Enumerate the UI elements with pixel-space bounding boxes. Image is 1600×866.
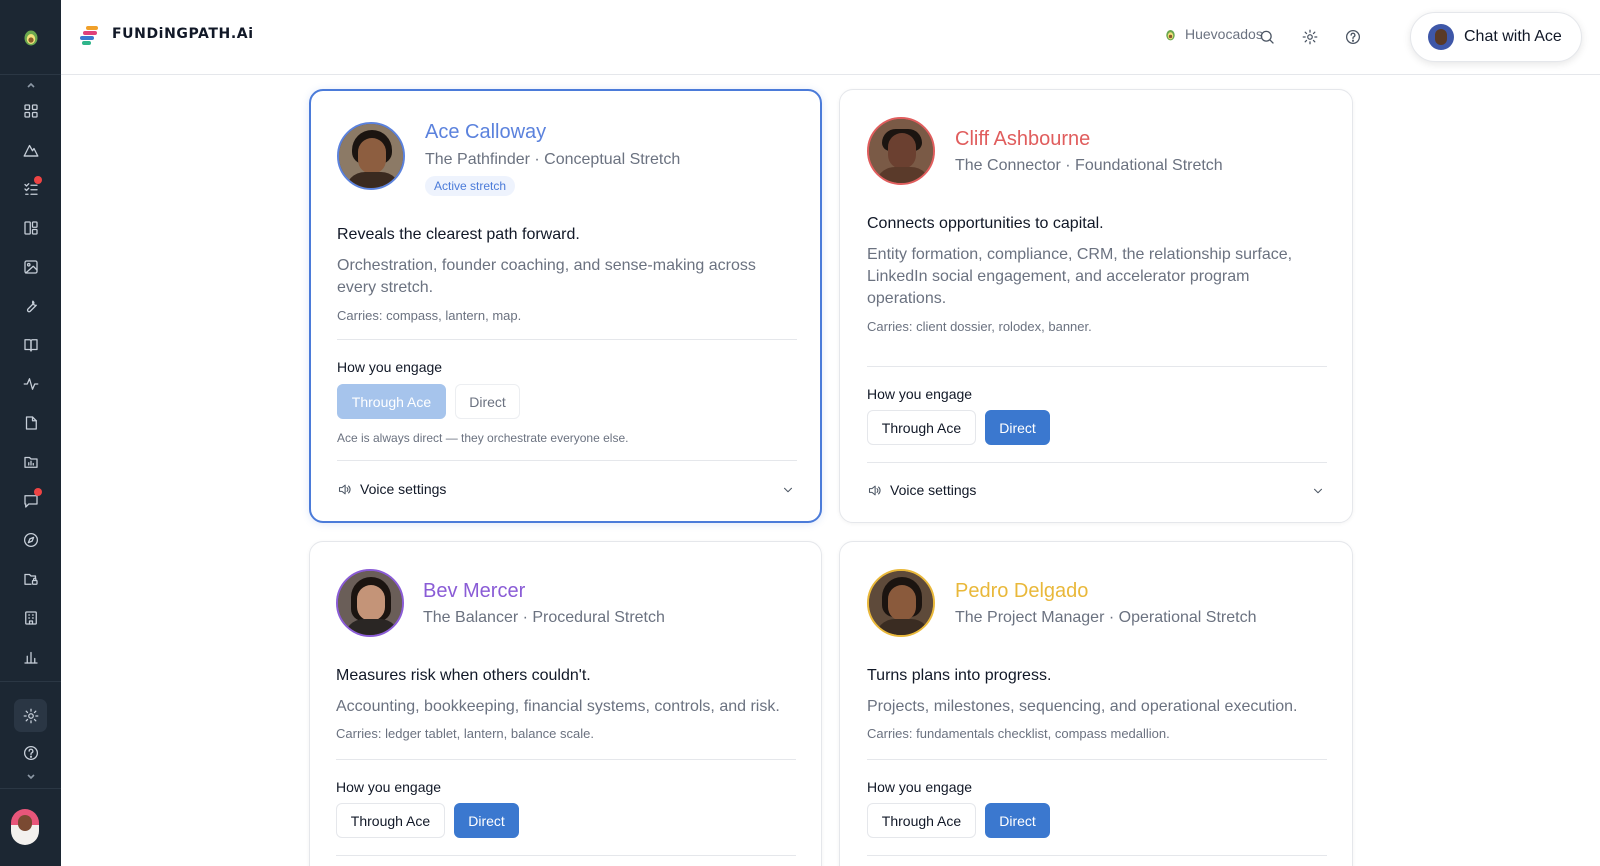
document-icon[interactable]	[14, 406, 47, 439]
agent-role: The Balancer · Procedural Stretch	[423, 609, 665, 626]
current-workspace[interactable]: Huevocados	[1164, 26, 1263, 42]
agent-tagline: Turns plans into progress.	[867, 667, 1052, 684]
agent-description: Projects, milestones, sequencing, and op…	[867, 698, 1298, 715]
through-ace-button[interactable]: Through Ace	[867, 410, 976, 445]
chevron-down-icon[interactable]	[1311, 484, 1325, 498]
activity-icon[interactable]	[14, 367, 47, 400]
wrench-icon[interactable]	[14, 289, 47, 322]
chat-button-label: Chat with Ace	[1464, 28, 1562, 45]
ace-mini-avatar	[1428, 24, 1454, 50]
notification-dot	[34, 176, 42, 184]
brand-logo-icon	[80, 24, 100, 45]
through-ace-button[interactable]: Through Ace	[867, 803, 976, 838]
agent-tagline: Reveals the clearest path forward.	[337, 226, 580, 243]
avocado-icon	[1166, 29, 1175, 40]
agent-role: The Project Manager · Operational Stretc…	[955, 609, 1257, 626]
active-stretch-badge: Active stretch	[425, 176, 516, 196]
agent-description: Orchestration, founder coaching, and sen…	[337, 257, 756, 296]
agent-tagline: Measures risk when others couldn't.	[336, 667, 591, 684]
agent-description: Entity formation, compliance, CRM, the r…	[867, 246, 1293, 307]
tasks-icon[interactable]	[14, 172, 47, 205]
building-icon[interactable]	[14, 601, 47, 634]
image-icon[interactable]	[14, 250, 47, 283]
folder-lock-icon[interactable]	[14, 562, 47, 595]
engage-label: How you engage	[336, 779, 442, 795]
agent-tagline: Connects opportunities to capital.	[867, 215, 1104, 232]
voice-settings-label: Voice settings	[360, 481, 447, 497]
direct-button[interactable]: Direct	[455, 384, 520, 419]
agent-carries: Carries: client dossier, rolodex, banner…	[867, 319, 1092, 334]
bev-avatar	[336, 569, 404, 637]
engage-label: How you engage	[337, 359, 443, 375]
layout-icon[interactable]	[14, 211, 47, 244]
folder-chart-icon[interactable]	[14, 445, 47, 478]
search-icon[interactable]	[1254, 24, 1280, 50]
agent-card-ace[interactable]: Ace Calloway The Pathfinder · Conceptual…	[309, 89, 822, 523]
through-ace-button[interactable]: Through Ace	[336, 803, 445, 838]
help-icon[interactable]	[1340, 24, 1366, 50]
compass-icon[interactable]	[14, 523, 47, 556]
agent-carries: Carries: fundamentals checklist, compass…	[867, 726, 1170, 741]
user-name: Huevocados	[1185, 26, 1263, 42]
cliff-avatar	[867, 117, 935, 185]
brand[interactable]: FUNDiNGPATH.Ai	[80, 24, 254, 45]
agent-card-pedro[interactable]: Pedro Delgado The Project Manager · Oper…	[839, 541, 1353, 866]
scroll-down-icon[interactable]	[24, 772, 37, 782]
book-icon[interactable]	[14, 328, 47, 361]
gear-icon[interactable]	[1297, 24, 1323, 50]
dashboard-icon[interactable]	[14, 94, 47, 127]
mountain-icon[interactable]	[14, 133, 47, 166]
chat-icon[interactable]	[14, 484, 47, 517]
ace-avatar	[337, 122, 405, 190]
brand-name: FUNDiNGPATH.Ai	[112, 26, 254, 42]
chevron-down-icon[interactable]	[781, 483, 795, 497]
agent-name: Bev Mercer	[423, 580, 526, 602]
user-avatar[interactable]	[11, 809, 39, 845]
speaker-icon	[868, 485, 881, 495]
agent-name: Ace Calloway	[425, 121, 547, 143]
engage-label: How you engage	[867, 779, 973, 795]
voice-settings-label: Voice settings	[890, 482, 977, 498]
pedro-avatar	[867, 569, 935, 637]
agent-card-bev[interactable]: Bev Mercer The Balancer · Procedural Str…	[309, 541, 822, 866]
engage-note: Ace is always direct — they orchestrate …	[337, 431, 629, 445]
engage-label: How you engage	[867, 386, 973, 402]
help-icon[interactable]	[14, 736, 47, 769]
avocado-logo-icon	[24, 30, 37, 46]
agent-role: The Pathfinder · Conceptual Stretch	[425, 151, 681, 168]
direct-button[interactable]: Direct	[985, 803, 1050, 838]
app-logo[interactable]	[0, 0, 61, 75]
agent-description: Accounting, bookkeeping, financial syste…	[336, 698, 780, 715]
voice-settings-toggle[interactable]: Voice settings	[867, 482, 976, 498]
settings-icon[interactable]	[14, 699, 47, 732]
direct-button[interactable]: Direct	[454, 803, 519, 838]
agent-carries: Carries: compass, lantern, map.	[337, 308, 522, 323]
notification-dot	[34, 488, 42, 496]
agent-card-cliff[interactable]: Cliff Ashbourne The Connector · Foundati…	[839, 89, 1353, 523]
sidebar	[0, 0, 61, 866]
speaker-icon	[338, 484, 351, 494]
agent-name: Pedro Delgado	[955, 580, 1089, 602]
through-ace-button[interactable]: Through Ace	[337, 384, 446, 419]
direct-button[interactable]: Direct	[985, 410, 1050, 445]
top-header: FUNDiNGPATH.Ai Huevocados Chat with Ace	[61, 0, 1600, 75]
agent-role: The Connector · Foundational Stretch	[955, 157, 1223, 174]
scroll-up-icon[interactable]	[24, 80, 37, 90]
voice-settings-toggle[interactable]: Voice settings	[337, 481, 446, 497]
bar-chart-icon[interactable]	[14, 640, 47, 673]
agent-carries: Carries: ledger tablet, lantern, balance…	[336, 726, 594, 741]
chat-with-ace-button[interactable]: Chat with Ace	[1410, 12, 1582, 62]
agent-name: Cliff Ashbourne	[955, 128, 1091, 150]
